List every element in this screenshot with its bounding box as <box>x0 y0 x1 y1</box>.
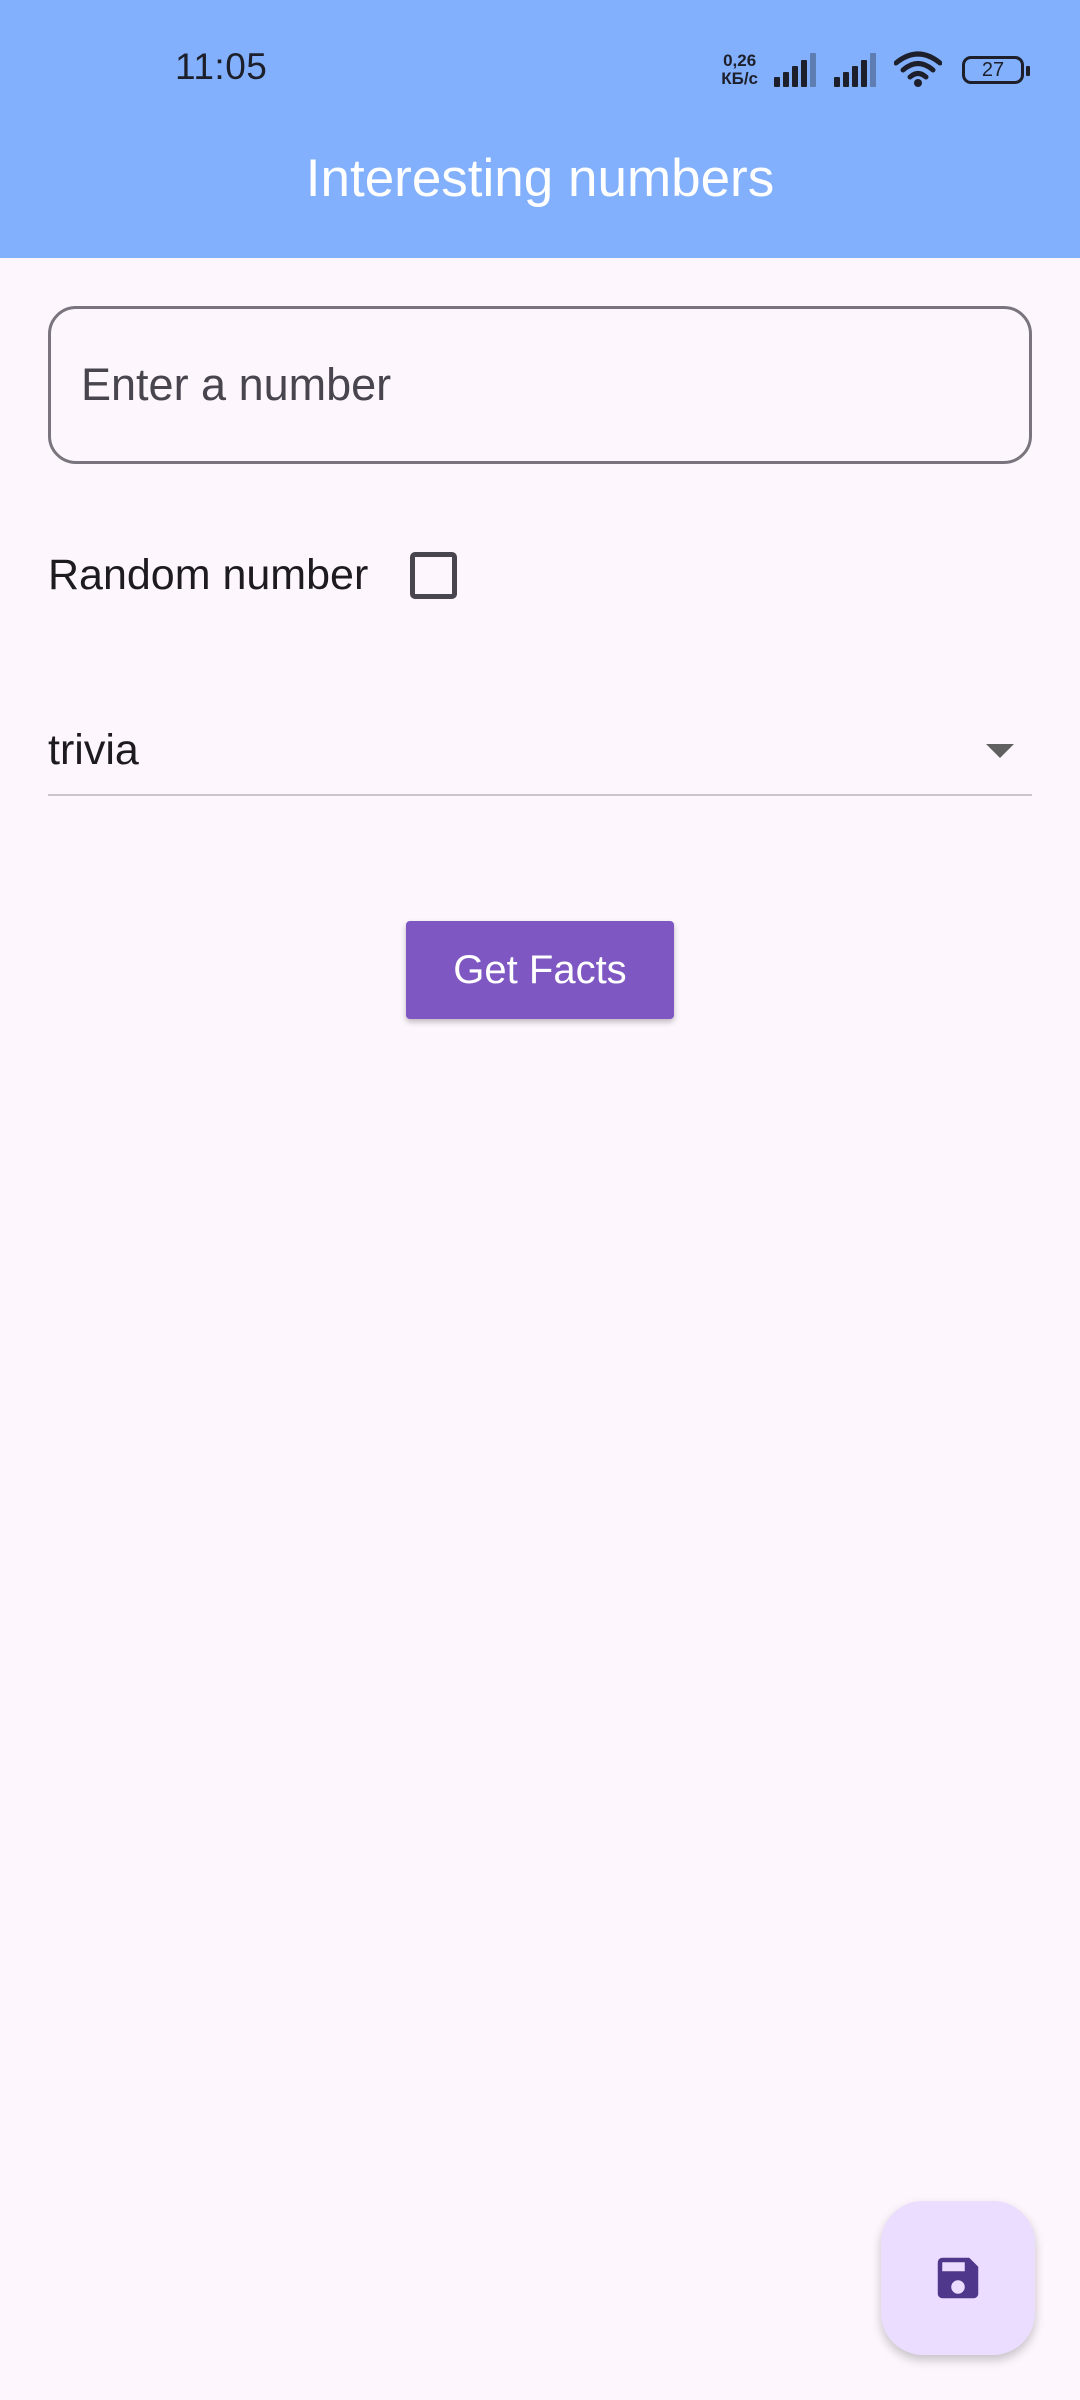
battery-level: 27 <box>981 58 1005 81</box>
random-number-checkbox[interactable] <box>410 551 458 599</box>
network-speed-unit: КБ/с <box>721 69 758 88</box>
fact-type-dropdown[interactable]: trivia <box>48 710 1032 796</box>
wifi-icon <box>894 51 942 87</box>
page-title: Interesting numbers <box>305 149 775 208</box>
number-input[interactable] <box>48 306 1032 464</box>
dropdown-selected-value: trivia <box>48 726 139 774</box>
network-speed-value: 0,26 <box>723 51 757 70</box>
status-time: 11:05 <box>175 46 268 87</box>
battery-icon: 27 <box>962 56 1030 84</box>
signal-icon <box>774 53 816 87</box>
random-number-label: Random number <box>48 550 369 599</box>
get-facts-button[interactable]: Get Facts <box>406 921 674 1019</box>
status-icons: 0,26 КБ/с 27 <box>721 48 1030 92</box>
dropdown-arrow-icon <box>986 744 1014 758</box>
app-bar: 11:05 0,26 КБ/с 27 Interesting numbers <box>0 0 1080 258</box>
save-fab[interactable] <box>881 2201 1035 2355</box>
random-number-row: Random number <box>48 545 458 605</box>
signal-icon <box>834 53 876 87</box>
save-icon <box>937 2257 979 2299</box>
get-facts-label: Get Facts <box>453 947 627 992</box>
network-speed: 0,26 КБ/с <box>721 52 758 88</box>
